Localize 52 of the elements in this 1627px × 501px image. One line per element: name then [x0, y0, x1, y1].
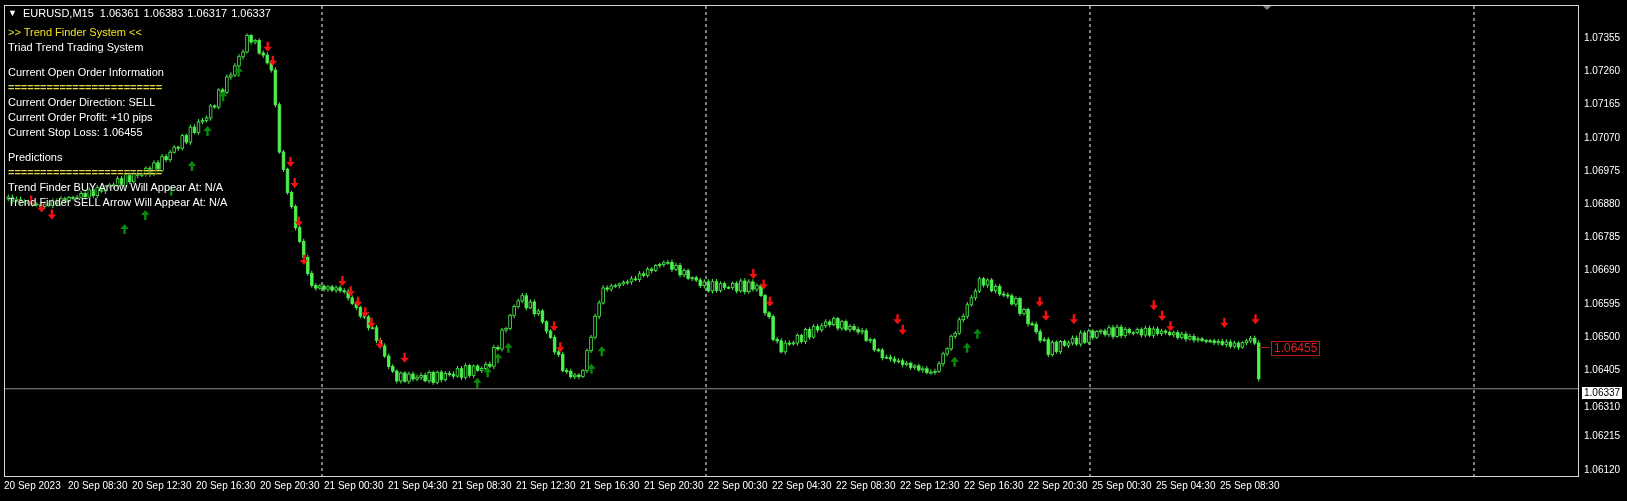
separator-line-text: ========================	[8, 80, 164, 95]
current-price-label: 1.06337	[1582, 386, 1623, 399]
quote-value: 1.06361	[99, 7, 140, 19]
time-tick-label: 25 Sep 08:30	[1220, 480, 1280, 491]
info-text: Triad Trend Trading System	[8, 40, 145, 55]
price-tick-label: 1.06310	[1584, 399, 1621, 413]
indicator-title: >> Trend Finder System <<	[8, 25, 143, 40]
time-tick-label: 22 Sep 04:30	[772, 480, 832, 491]
price-tick-label: 1.07070	[1584, 130, 1621, 144]
info-text: Predictions	[8, 150, 64, 165]
quote-value: 1.06317	[187, 7, 228, 19]
time-tick-label: 20 Sep 16:30	[196, 480, 256, 491]
price-tick-label: 1.06120	[1584, 462, 1621, 476]
time-tick-label: 21 Sep 04:30	[388, 480, 448, 491]
price-tick-label: 1.06690	[1584, 263, 1621, 277]
price-tick-label: 1.06500	[1584, 329, 1621, 343]
price-tick-label: 1.06975	[1584, 163, 1621, 177]
quote-value: 1.06337	[231, 7, 271, 19]
price-tick-label: 1.06405	[1584, 363, 1621, 376]
time-tick-label: 21 Sep 16:30	[580, 480, 640, 491]
time-tick-label: 22 Sep 16:30	[964, 480, 1024, 491]
price-tick-label: 1.06215	[1584, 429, 1621, 443]
info-text: Current Order Direction: SELL	[8, 95, 157, 110]
price-tick-label: 1.07165	[1584, 97, 1621, 111]
time-tick-label: 20 Sep 20:30	[260, 480, 320, 491]
stop-loss-line	[1258, 347, 1271, 349]
time-tick-label: 25 Sep 04:30	[1156, 480, 1216, 491]
price-tick-label: 1.07355	[1584, 31, 1621, 44]
price-tick-label: 1.07260	[1584, 64, 1621, 78]
price-tick-label: 1.06595	[1584, 296, 1621, 310]
time-tick-label: 21 Sep 12:30	[516, 480, 576, 491]
info-text: Current Order Profit: +10 pips	[8, 110, 154, 125]
chart-shift-icon	[1262, 6, 1272, 10]
time-tick-label: 22 Sep 12:30	[900, 480, 960, 491]
time-tick-label: 25 Sep 00:30	[1092, 480, 1152, 491]
time-tick-label: 22 Sep 00:30	[708, 480, 768, 491]
price-tick-label: 1.06880	[1584, 197, 1621, 210]
time-tick-label: 22 Sep 08:30	[836, 480, 896, 491]
quote-value: 1.06383	[143, 7, 184, 19]
info-text: Current Stop Loss: 1.06455	[8, 125, 144, 140]
time-tick-label: 22 Sep 20:30	[1028, 480, 1088, 491]
menu-icon[interactable]: ▼	[8, 8, 17, 18]
price-tick-label: 1.06785	[1584, 230, 1621, 244]
time-tick-label: 20 Sep 08:30	[68, 480, 128, 491]
stop-loss-price-label: 1.06455	[1271, 340, 1321, 356]
time-tick-label: 21 Sep 00:30	[324, 480, 384, 491]
time-tick-label: 21 Sep 08:30	[452, 480, 512, 491]
time-tick-label: 20 Sep 2023	[4, 480, 61, 491]
time-tick-label: 21 Sep 20:30	[644, 480, 704, 491]
time-tick-label: 20 Sep 12:30	[132, 480, 192, 491]
symbol-label: EURUSD,M15	[22, 7, 94, 19]
info-text: Current Open Order Information	[8, 65, 165, 80]
